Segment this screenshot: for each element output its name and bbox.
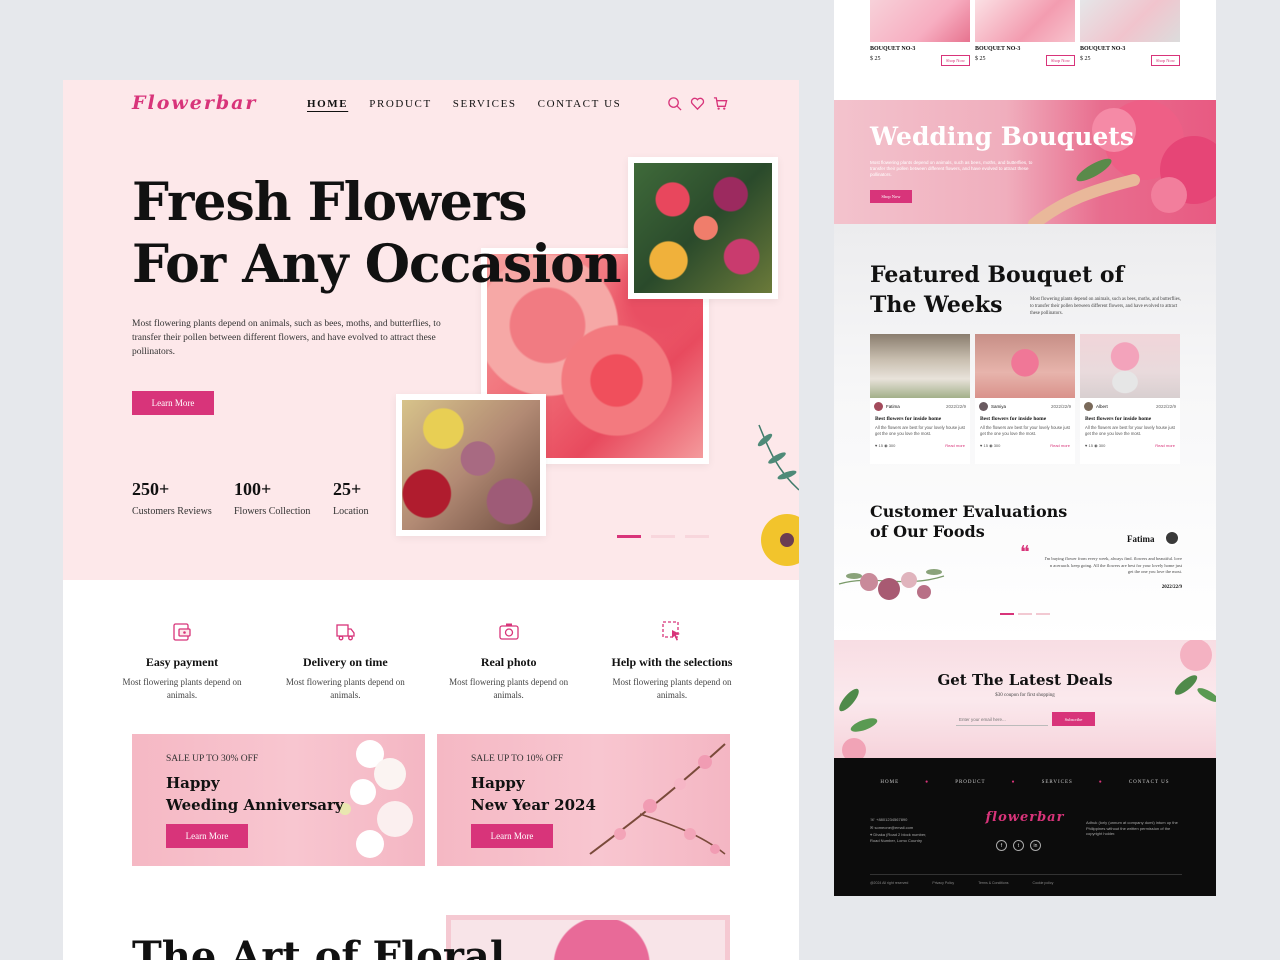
- nav-home[interactable]: HOME: [307, 98, 348, 110]
- payment-icon: [173, 623, 191, 641]
- nav-contact[interactable]: CONTACT US: [538, 98, 622, 110]
- features-row: Easy payment Most flowering plants depen…: [107, 620, 747, 702]
- cart-icon[interactable]: [713, 96, 728, 111]
- selection-cursor-icon: [662, 621, 680, 641]
- subscribe-button[interactable]: Subscribe: [1052, 712, 1095, 726]
- social-links: f t in: [996, 840, 1041, 851]
- footer: HOME ● PRODUCT ● SERVICES ● CONTACT US ☏…: [834, 758, 1216, 896]
- feature-easy-payment: Easy payment Most flowering plants depen…: [107, 620, 257, 702]
- stat-location: 25+ Location: [333, 479, 369, 517]
- avatar: [1084, 402, 1093, 411]
- twitter-icon[interactable]: t: [1013, 840, 1024, 851]
- promo-anniversary: SALE UP TO 30% OFF Happy Weeding Annivers…: [132, 734, 425, 866]
- featured-description: Most flowering plants depend on animals,…: [1030, 297, 1181, 316]
- landing-page-preview: BOUQUET NO-3 $ 25 Shop Now BOUQUET NO-3 …: [834, 0, 1216, 896]
- email-field[interactable]: [956, 713, 1048, 726]
- dot-icon: ●: [1098, 780, 1103, 785]
- deals-title: Get The Latest Deals: [937, 671, 1113, 689]
- hero-stats: 250+ Customers Reviews 100+ Flowers Coll…: [132, 479, 369, 517]
- featured-section: Featured Bouquet of The Weeks Most flower…: [834, 224, 1216, 640]
- footer-nav-services[interactable]: SERVICES: [1042, 780, 1073, 785]
- reviewer-name: Fatima: [1127, 534, 1155, 544]
- brand-logo[interactable]: Flowerbar: [132, 92, 257, 114]
- privacy-link[interactable]: Privacy Policy: [932, 881, 954, 885]
- avatar: [1164, 530, 1180, 546]
- shop-now-button[interactable]: Shop Now: [1045, 55, 1075, 66]
- promo-new-year-button[interactable]: Learn More: [471, 824, 553, 848]
- hero-learn-more-button[interactable]: Learn More: [132, 391, 214, 415]
- footer-about: Adhuk (lorly (unnum at company dumi) int…: [1086, 820, 1178, 836]
- product-card[interactable]: BOUQUET NO-3 $ 25 Shop Now: [975, 0, 1075, 66]
- floral-decoration-icon: [757, 424, 799, 566]
- blog-card[interactable]: Fatima 2022/22/9 Best flowers for inside …: [870, 334, 970, 464]
- terms-link[interactable]: Terms & Conditions: [978, 881, 1008, 885]
- nav-actions: [667, 96, 728, 111]
- blog-card[interactable]: Albert 2022/22/9 Best flowers for inside …: [1080, 334, 1180, 464]
- hero-description: Most flowering plants depend on animals,…: [132, 319, 441, 357]
- hero-title: Fresh Flowers For Any Occasion: [132, 172, 622, 295]
- deals-subtitle: $30 coupon for first shopping: [995, 693, 1055, 698]
- delivery-truck-icon: [336, 624, 355, 641]
- feature-delivery: Delivery on time Most flowering plants d…: [270, 620, 420, 702]
- wedding-title: Wedding Bouquets: [870, 122, 1134, 151]
- testimonial-slider-dots[interactable]: [1000, 613, 1050, 615]
- avatar: [874, 402, 883, 411]
- hero-section: Flowerbar HOME PRODUCT SERVICES CONTACT …: [63, 80, 799, 580]
- camera-icon: [499, 623, 519, 640]
- shop-now-button[interactable]: Shop Now: [1150, 55, 1180, 66]
- footer-nav-product[interactable]: PRODUCT: [955, 780, 985, 785]
- footer-nav-home[interactable]: HOME: [880, 780, 899, 785]
- cookie-link[interactable]: Cookie policy: [1033, 881, 1054, 885]
- read-more-link[interactable]: Read more: [1155, 443, 1175, 448]
- product-card[interactable]: BOUQUET NO-3 $ 25 Shop Now: [1080, 0, 1180, 66]
- footer-nav-contact[interactable]: CONTACT US: [1129, 780, 1170, 785]
- promo-blossom-icon: [589, 743, 726, 855]
- heart-icon[interactable]: [690, 96, 705, 111]
- linkedin-icon[interactable]: in: [1030, 840, 1041, 851]
- dot-icon: ●: [925, 780, 930, 785]
- wedding-shop-now-button[interactable]: Shop Now: [870, 190, 912, 203]
- feature-help-selection: Help with the selections Most flowering …: [597, 620, 747, 702]
- stat-reviews: 250+ Customers Reviews: [132, 479, 212, 517]
- read-more-link[interactable]: Read more: [945, 443, 965, 448]
- stat-collection: 100+ Flowers Collection: [234, 479, 311, 517]
- quote-icon: ❝: [1020, 542, 1030, 563]
- read-more-link[interactable]: Read more: [1050, 443, 1070, 448]
- hero-slider-dots[interactable]: [617, 535, 709, 538]
- roses-photo: [396, 394, 546, 536]
- search-icon[interactable]: [667, 96, 682, 111]
- floral-wreath-icon: [838, 569, 945, 600]
- nav-product[interactable]: PRODUCT: [369, 98, 432, 110]
- promo-anniversary-button[interactable]: Learn More: [166, 824, 248, 848]
- wedding-banner: Wedding Bouquets Most flowering plants d…: [834, 100, 1216, 224]
- avatar: [979, 402, 988, 411]
- promo-new-year: SALE UP TO 10% OFF Happy New Year 2024 Le…: [437, 734, 730, 866]
- promo-new-year-title: Happy New Year 2024: [471, 774, 596, 814]
- landing-page: Flowerbar HOME PRODUCT SERVICES CONTACT …: [63, 80, 799, 960]
- art-section-title: The Art of Floral: [132, 933, 506, 960]
- testimonial-text: I'm buying flower from every week, alway…: [1044, 556, 1182, 574]
- footer-nav: HOME ● PRODUCT ● SERVICES ● CONTACT US: [834, 780, 1216, 785]
- blog-card[interactable]: Samiya 2022/22/9 Best flowers for inside …: [975, 334, 1075, 464]
- footer-bottom-links: @2024 All right reserved Privacy Policy …: [870, 874, 1182, 885]
- feature-real-photo: Real photo Most flowering plants depend …: [434, 620, 584, 702]
- shop-now-button[interactable]: Shop Now: [940, 55, 970, 66]
- tulips-photo: [628, 157, 778, 299]
- testimonial-title: Customer Evaluations of Our Foods: [870, 502, 1068, 541]
- nav-services[interactable]: SERVICES: [453, 98, 517, 110]
- product-card[interactable]: BOUQUET NO-3 $ 25 Shop Now: [870, 0, 970, 66]
- promo-anniversary-title: Happy Weeding Anniversary: [166, 774, 344, 814]
- newsletter-section: Get The Latest Deals $30 coupon for firs…: [834, 640, 1216, 758]
- wedding-description: Most flowering plants depend on animals,…: [870, 160, 1033, 177]
- main-nav: HOME PRODUCT SERVICES CONTACT US: [307, 98, 621, 110]
- testimonial-date: 2022/22/9: [1161, 585, 1182, 590]
- dot-icon: ●: [1011, 780, 1016, 785]
- facebook-icon[interactable]: f: [996, 840, 1007, 851]
